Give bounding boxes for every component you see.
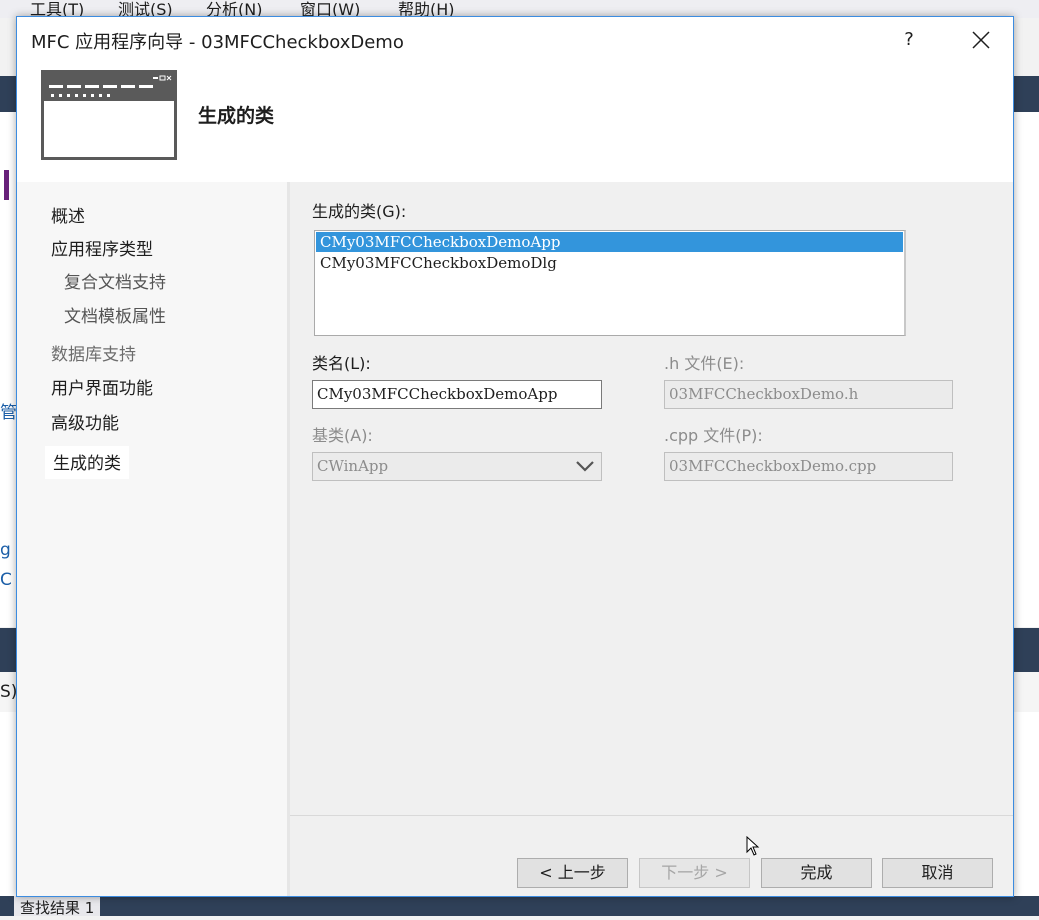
dialog-title: MFC 应用程序向导 - 03MFCCheckboxDemo bbox=[31, 32, 404, 53]
ide-fragment-text: C bbox=[0, 570, 12, 590]
nav-item-overview[interactable]: 概述 bbox=[47, 200, 89, 229]
base-class-combo: CWinApp bbox=[312, 452, 602, 481]
nav-item-advanced[interactable]: 高级功能 bbox=[47, 407, 123, 436]
mfc-wizard-dialog: MFC 应用程序向导 - 03MFCCheckboxDemo ? 生成的类 概述… bbox=[16, 16, 1014, 897]
list-item[interactable]: CMy03MFCCheckboxDemoDlg bbox=[316, 253, 903, 273]
nav-item-compound-doc[interactable]: 复合文档支持 bbox=[60, 266, 170, 295]
nav-item-generated-classes[interactable]: 生成的类 bbox=[45, 446, 129, 479]
chevron-down-icon bbox=[576, 461, 594, 472]
window-layout-icon bbox=[41, 70, 177, 160]
dialog-titlebar[interactable]: MFC 应用程序向导 - 03MFCCheckboxDemo ? bbox=[17, 17, 1013, 63]
base-class-label: 基类(A): bbox=[312, 426, 373, 445]
wizard-footer: < 上一步 下一步 > 完成 取消 bbox=[290, 816, 1013, 896]
wizard-content: 生成的类(G): CMy03MFCCheckboxDemoApp CMy03MF… bbox=[290, 182, 1013, 816]
cancel-button[interactable]: 取消 bbox=[882, 858, 993, 888]
cpp-file-field: 03MFCCheckboxDemo.cpp bbox=[664, 452, 953, 481]
nav-item-app-type[interactable]: 应用程序类型 bbox=[47, 233, 157, 262]
ide-accent-bar bbox=[4, 170, 9, 200]
close-icon bbox=[972, 31, 990, 49]
ide-tab-find-results[interactable]: 查找结果 1 bbox=[14, 896, 101, 917]
wizard-nav: 概述 应用程序类型 复合文档支持 文档模板属性 数据库支持 用户界面功能 高级功… bbox=[17, 182, 287, 896]
finish-button[interactable]: 完成 bbox=[761, 858, 872, 888]
ide-bottom-bar bbox=[0, 896, 1039, 916]
base-class-value: CWinApp bbox=[317, 457, 389, 475]
class-name-label: 类名(L): bbox=[312, 354, 371, 373]
page-title: 生成的类 bbox=[198, 105, 275, 127]
class-name-field[interactable]: CMy03MFCCheckboxDemoApp bbox=[312, 380, 602, 409]
close-button[interactable] bbox=[959, 23, 1003, 57]
cpp-file-label: .cpp 文件(P): bbox=[664, 426, 763, 445]
next-button[interactable]: 下一步 > bbox=[639, 858, 750, 888]
nav-item-doc-template[interactable]: 文档模板属性 bbox=[60, 300, 170, 329]
help-button[interactable]: ? bbox=[889, 23, 929, 57]
h-file-field: 03MFCCheckboxDemo.h bbox=[664, 380, 953, 409]
h-file-label: .h 文件(E): bbox=[664, 354, 745, 373]
list-item[interactable]: CMy03MFCCheckboxDemoApp bbox=[316, 232, 903, 252]
ide-fragment-text: g bbox=[0, 540, 11, 560]
wizard-header: 生成的类 bbox=[17, 63, 1013, 182]
nav-item-ui-features[interactable]: 用户界面功能 bbox=[47, 372, 157, 401]
back-button[interactable]: < 上一步 bbox=[517, 858, 628, 888]
mouse-cursor-icon bbox=[746, 836, 760, 856]
nav-item-database[interactable]: 数据库支持 bbox=[47, 338, 140, 367]
generated-classes-list[interactable]: CMy03MFCCheckboxDemoApp CMy03MFCCheckbox… bbox=[314, 230, 906, 336]
generated-classes-label: 生成的类(G): bbox=[312, 202, 407, 221]
